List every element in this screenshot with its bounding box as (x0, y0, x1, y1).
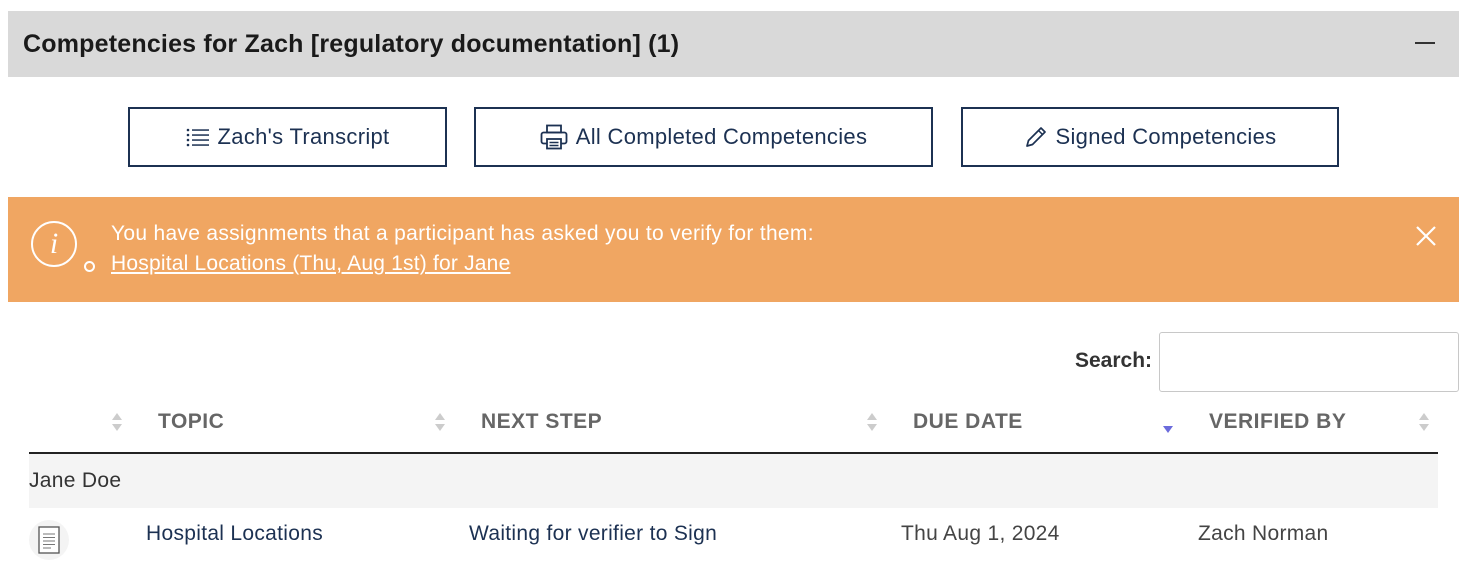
info-icon: i (31, 221, 77, 267)
topic-link[interactable]: Hospital Locations (146, 522, 323, 546)
sort-icon[interactable] (111, 411, 123, 433)
signed-competencies-button-label: Signed Competencies (1055, 124, 1277, 149)
collapse-icon[interactable] (1415, 42, 1435, 44)
sort-icon[interactable] (434, 411, 446, 433)
search-input[interactable] (1159, 332, 1459, 392)
column-header-topic[interactable]: TOPIC (158, 410, 224, 434)
completed-competencies-button-label: All Completed Competencies (575, 124, 868, 149)
verified-by: Zach Norman (1198, 522, 1329, 545)
group-label: Jane Doe (29, 469, 122, 492)
panel-title: Competencies for Zach [regulatory docume… (23, 30, 680, 58)
close-icon[interactable] (1415, 225, 1437, 247)
sort-descending-icon[interactable] (1162, 418, 1174, 440)
list-bullet (84, 261, 95, 272)
completed-competencies-button[interactable]: All Completed Competencies (474, 107, 933, 167)
alert-message: You have assignments that a participant … (111, 222, 814, 245)
alert-assignment-link[interactable]: Hospital Locations (Thu, Aug 1st) for Ja… (111, 252, 510, 276)
document-icon[interactable] (29, 520, 69, 560)
due-date: Thu Aug 1, 2024 (901, 522, 1060, 545)
pencil-icon (1025, 127, 1046, 147)
transcript-button[interactable]: Zach's Transcript (128, 107, 447, 167)
printer-icon (540, 124, 568, 150)
search-label: Search: (1075, 349, 1153, 372)
signed-competencies-button[interactable]: Signed Competencies (961, 107, 1339, 167)
transcript-button-label: Zach's Transcript (217, 124, 390, 149)
table-group-row: Jane Doe (29, 454, 1438, 508)
verification-alert: i You have assignments that a participan… (8, 197, 1459, 302)
column-header-verified-by[interactable]: VERIFIED BY (1209, 410, 1346, 434)
next-step-link[interactable]: Waiting for verifier to Sign (469, 522, 717, 546)
panel-header[interactable]: Competencies for Zach [regulatory docume… (8, 11, 1459, 77)
column-header-next-step[interactable]: NEXT STEP (481, 410, 602, 434)
sort-icon[interactable] (1418, 411, 1430, 433)
sort-icon[interactable] (866, 411, 878, 433)
list-icon (186, 128, 209, 147)
column-header-due-date[interactable]: DUE DATE (913, 410, 1023, 434)
